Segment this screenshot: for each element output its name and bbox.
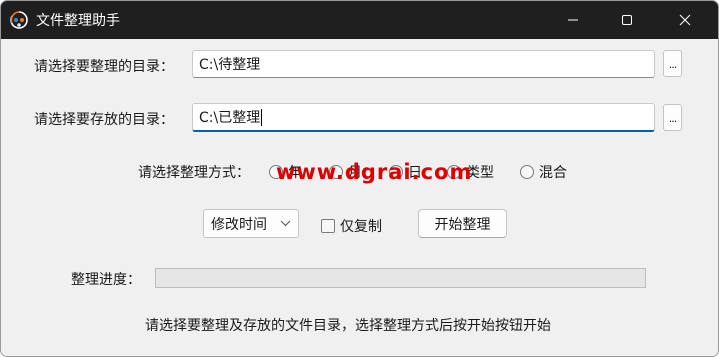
- main-panel: 请选择要整理的目录： C:\待整理 ... 请选择要存放的目录： C:\已整理 …: [1, 39, 718, 356]
- title-bar[interactable]: 文件整理助手: [1, 1, 718, 39]
- app-window: 文件整理助手 请选择要整理的目录： C:\待整理 ... 请选择要存放的目录： …: [0, 0, 719, 357]
- source-dir-value: C:\待整理: [199, 57, 261, 73]
- minimize-button[interactable]: [550, 1, 596, 39]
- progress-label: 整理进度：: [71, 272, 141, 288]
- chevron-down-icon: [280, 220, 291, 227]
- target-dir-value: C:\已整理: [199, 110, 261, 126]
- radio-circle: [520, 165, 534, 179]
- app-logo-icon: [10, 11, 28, 29]
- watermark-text: www.dgrai.com: [276, 160, 473, 184]
- start-button[interactable]: 开始整理: [418, 209, 507, 238]
- radio-mixed[interactable]: 混合: [520, 162, 567, 182]
- close-button[interactable]: [662, 1, 708, 39]
- source-dir-label: 请选择要整理的目录：: [34, 59, 174, 75]
- checkbox-box: [321, 219, 335, 233]
- target-browse-button[interactable]: ...: [663, 104, 682, 131]
- status-text: 请选择要整理及存放的文件目录，选择整理方式后按开始按钮开始: [145, 318, 551, 334]
- time-select[interactable]: 修改时间: [203, 209, 299, 238]
- maximize-button[interactable]: [604, 1, 650, 39]
- maximize-icon: [622, 15, 632, 25]
- copy-only-checkbox[interactable]: 仅复制: [321, 216, 382, 236]
- target-dir-input[interactable]: C:\已整理: [192, 103, 655, 132]
- close-icon: [679, 14, 691, 26]
- minimize-icon: [568, 19, 578, 21]
- window-title: 文件整理助手: [36, 13, 120, 29]
- target-dir-label: 请选择要存放的目录：: [34, 112, 174, 128]
- source-browse-button[interactable]: ...: [663, 50, 682, 77]
- method-label: 请选择整理方式：: [138, 165, 250, 181]
- copy-only-label: 仅复制: [340, 219, 382, 235]
- time-select-value: 修改时间: [211, 216, 267, 233]
- text-cursor: [261, 108, 263, 126]
- progress-bar: [155, 268, 646, 288]
- radio-mixed-label: 混合: [539, 165, 567, 181]
- source-dir-input[interactable]: C:\待整理: [192, 50, 655, 78]
